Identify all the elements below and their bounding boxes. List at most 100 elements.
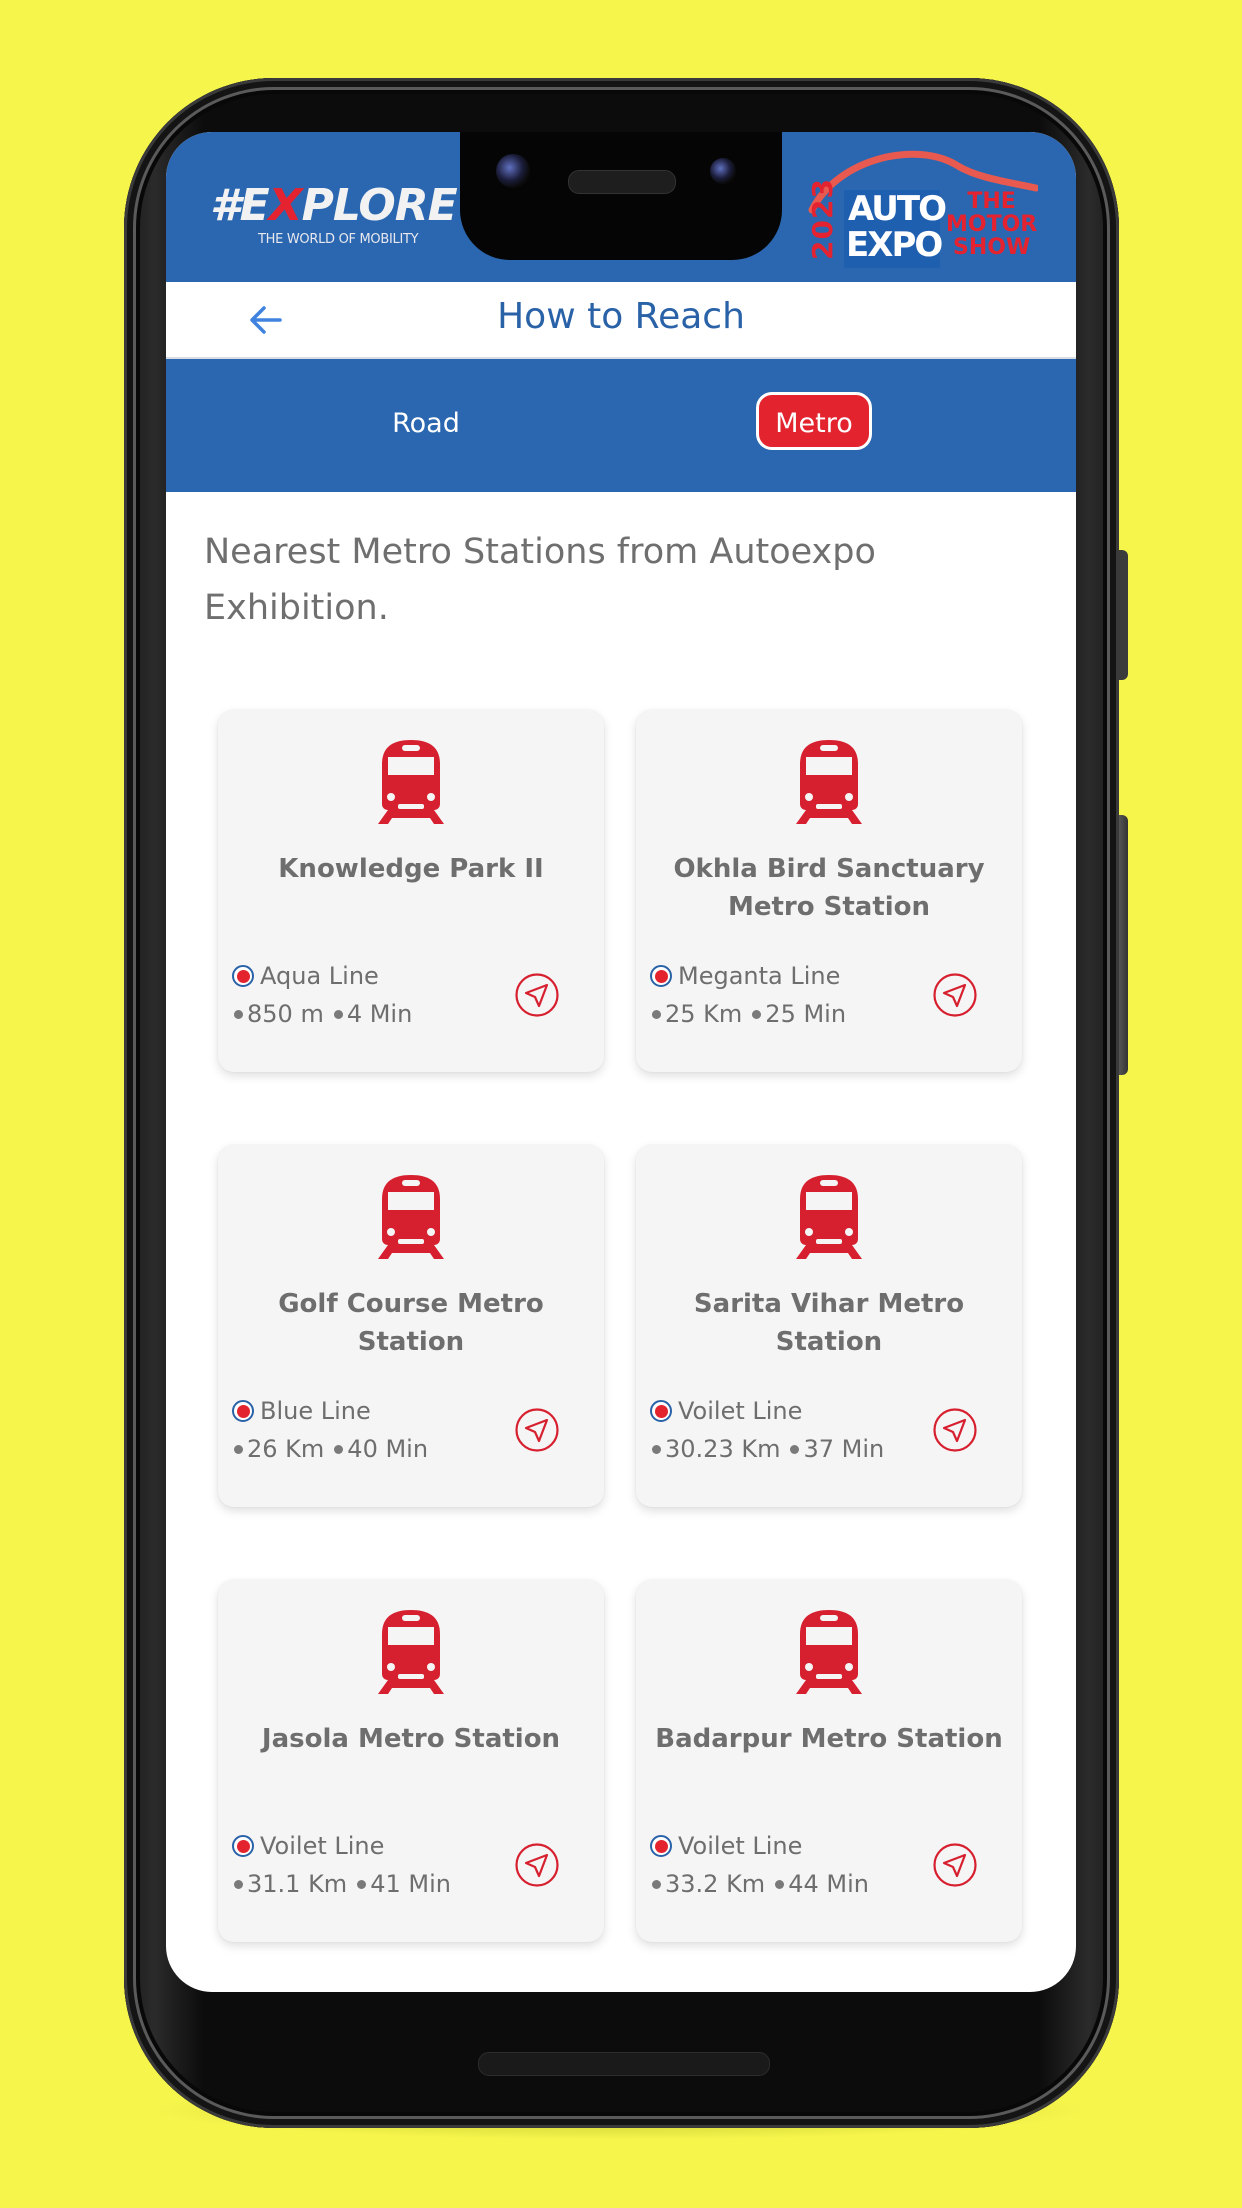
station-name: Jasola Metro Station (261, 1724, 561, 1754)
train-icon (378, 1175, 444, 1259)
intro-text: Nearest Metro Stations from Autoexpo Exh… (204, 532, 876, 628)
bullet-icon (752, 1009, 762, 1019)
station-distance: 850 m (247, 1000, 324, 1028)
bullet-icon (652, 1879, 661, 1889)
station-card[interactable]: Jasola Metro Station Voilet Line 31.1 Km… (218, 1580, 604, 1942)
metro-line: Aqua Line (232, 962, 379, 990)
train-icon (796, 1610, 862, 1694)
station-distance: 30.23 Km (665, 1435, 781, 1463)
navigate-button[interactable] (514, 1407, 560, 1453)
bullet-icon (790, 1444, 800, 1454)
navigate-button[interactable] (514, 972, 560, 1018)
station-card[interactable]: Badarpur Metro Station Voilet Line 33.2 … (636, 1580, 1022, 1942)
station-name: Golf Course Metro Station (278, 1289, 544, 1357)
bullet-icon (333, 1009, 343, 1019)
travel-time: 44 Min (788, 1870, 869, 1898)
autoexpo-tagline-line: MOTOR (946, 212, 1038, 238)
distance-time: 33.2 Km 44 Min (650, 1870, 869, 1898)
line-name: Aqua Line (260, 962, 379, 990)
line-name: Voilet Line (678, 1832, 803, 1860)
navigation-arrow-icon (515, 973, 559, 1017)
explore-logo-x: X (268, 180, 303, 231)
station-distance: 26 Km (247, 1435, 325, 1463)
front-camera (496, 154, 530, 188)
navigate-button[interactable] (932, 1842, 978, 1888)
front-sensor (710, 158, 736, 184)
metro-line: Voilet Line (232, 1832, 384, 1860)
phone-bottom-speaker (478, 2052, 770, 2076)
station-distance: 31.1 Km (247, 1870, 348, 1898)
metro-line: Blue Line (232, 1397, 371, 1425)
navigation-arrow-icon (933, 1408, 977, 1452)
bullet-icon (234, 1879, 243, 1889)
line-name: Voilet Line (678, 1397, 803, 1425)
train-icon (796, 740, 862, 824)
train-icon (796, 1175, 862, 1259)
earpiece-speaker (568, 170, 676, 194)
camera-notch (460, 132, 782, 260)
autoexpo-tagline-line: THE (967, 189, 1016, 214)
autoexpo-auto: AUTO (848, 189, 947, 229)
station-name: Knowledge Park II (278, 854, 544, 884)
line-name: Blue Line (260, 1397, 371, 1425)
distance-time: 25 Km 25 Min (650, 1000, 846, 1028)
station-card[interactable]: Golf Course Metro Station Blue Line 26 K… (218, 1145, 604, 1507)
metro-line: Voilet Line (650, 1832, 802, 1860)
travel-time: 25 Min (765, 1000, 847, 1028)
station-distance: 25 Km (665, 1000, 743, 1028)
navigate-button[interactable] (932, 972, 978, 1018)
explore-logo: #EXPLORE THE WORLD OF MOBILITY (210, 184, 458, 248)
autoexpo-expo: EXPO (846, 225, 943, 265)
explore-tagline: THE WORLD OF MOBILITY (258, 232, 419, 247)
station-name: Badarpur Metro Station (655, 1724, 1003, 1754)
line-marker-icon (232, 1835, 254, 1857)
line-marker-icon (650, 1400, 672, 1422)
line-name: Voilet Line (260, 1832, 385, 1860)
train-icon (378, 740, 444, 824)
app-screen: #EXPLORE THE WORLD OF MOBILITY 2023 AUTO… (166, 132, 1076, 1992)
station-distance: 33.2 Km (665, 1870, 766, 1898)
header-banner: #EXPLORE THE WORLD OF MOBILITY 2023 AUTO… (166, 132, 1076, 282)
travel-time: 41 Min (370, 1870, 451, 1898)
bullet-icon (652, 1009, 661, 1019)
bullet-icon (234, 1444, 243, 1454)
navigation-arrow-icon (515, 1408, 559, 1452)
train-icon (378, 1610, 444, 1694)
station-card[interactable]: Knowledge Park II Aqua Line 850 m 4 Min (218, 710, 604, 1072)
transport-tabs: Road Metro (166, 359, 1076, 492)
page-title: How to Reach (497, 296, 745, 337)
station-card[interactable]: Sarita Vihar Metro Station Voilet Line 3… (636, 1145, 1022, 1507)
line-marker-icon (650, 1835, 672, 1857)
explore-logo-hash: #E (210, 180, 270, 231)
volume-button (1119, 815, 1128, 1075)
bullet-icon (334, 1444, 344, 1454)
distance-time: 31.1 Km 41 Min (232, 1870, 451, 1898)
distance-time: 850 m 4 Min (232, 1000, 412, 1028)
line-marker-icon (650, 965, 672, 987)
top-navigation-bar: How to Reach (166, 282, 1076, 359)
metro-line: Voilet Line (650, 1397, 802, 1425)
station-name: Okhla Bird Sanctuary Metro Station (673, 854, 985, 922)
bullet-icon (775, 1879, 785, 1889)
tab-road[interactable]: Road (366, 399, 486, 449)
power-button (1119, 550, 1128, 680)
autoexpo-logo: 2023 AUTO EXPO THE MOTOR SHOW (806, 148, 1046, 276)
navigation-arrow-icon (933, 1843, 977, 1887)
navigation-arrow-icon (933, 973, 977, 1017)
line-marker-icon (232, 965, 254, 987)
autoexpo-tagline-line: SHOW (953, 235, 1031, 261)
explore-logo-rest: PLORE (301, 180, 458, 231)
navigate-button[interactable] (514, 1842, 560, 1888)
tab-metro[interactable]: Metro (756, 392, 872, 450)
station-name: Sarita Vihar Metro Station (693, 1289, 965, 1357)
autoexpo-box: AUTO EXPO (844, 190, 947, 268)
autoexpo-year: 2023 (806, 178, 839, 260)
bullet-icon (652, 1444, 661, 1454)
autoexpo-tagline: THE MOTOR SHOW (946, 190, 1037, 259)
navigate-button[interactable] (932, 1407, 978, 1453)
metro-line: Meganta Line (650, 962, 840, 990)
bullet-icon (357, 1879, 367, 1889)
line-name: Meganta Line (678, 962, 841, 990)
station-card[interactable]: Okhla Bird Sanctuary Metro Station Megan… (636, 710, 1022, 1072)
travel-time: 4 Min (346, 1000, 413, 1028)
